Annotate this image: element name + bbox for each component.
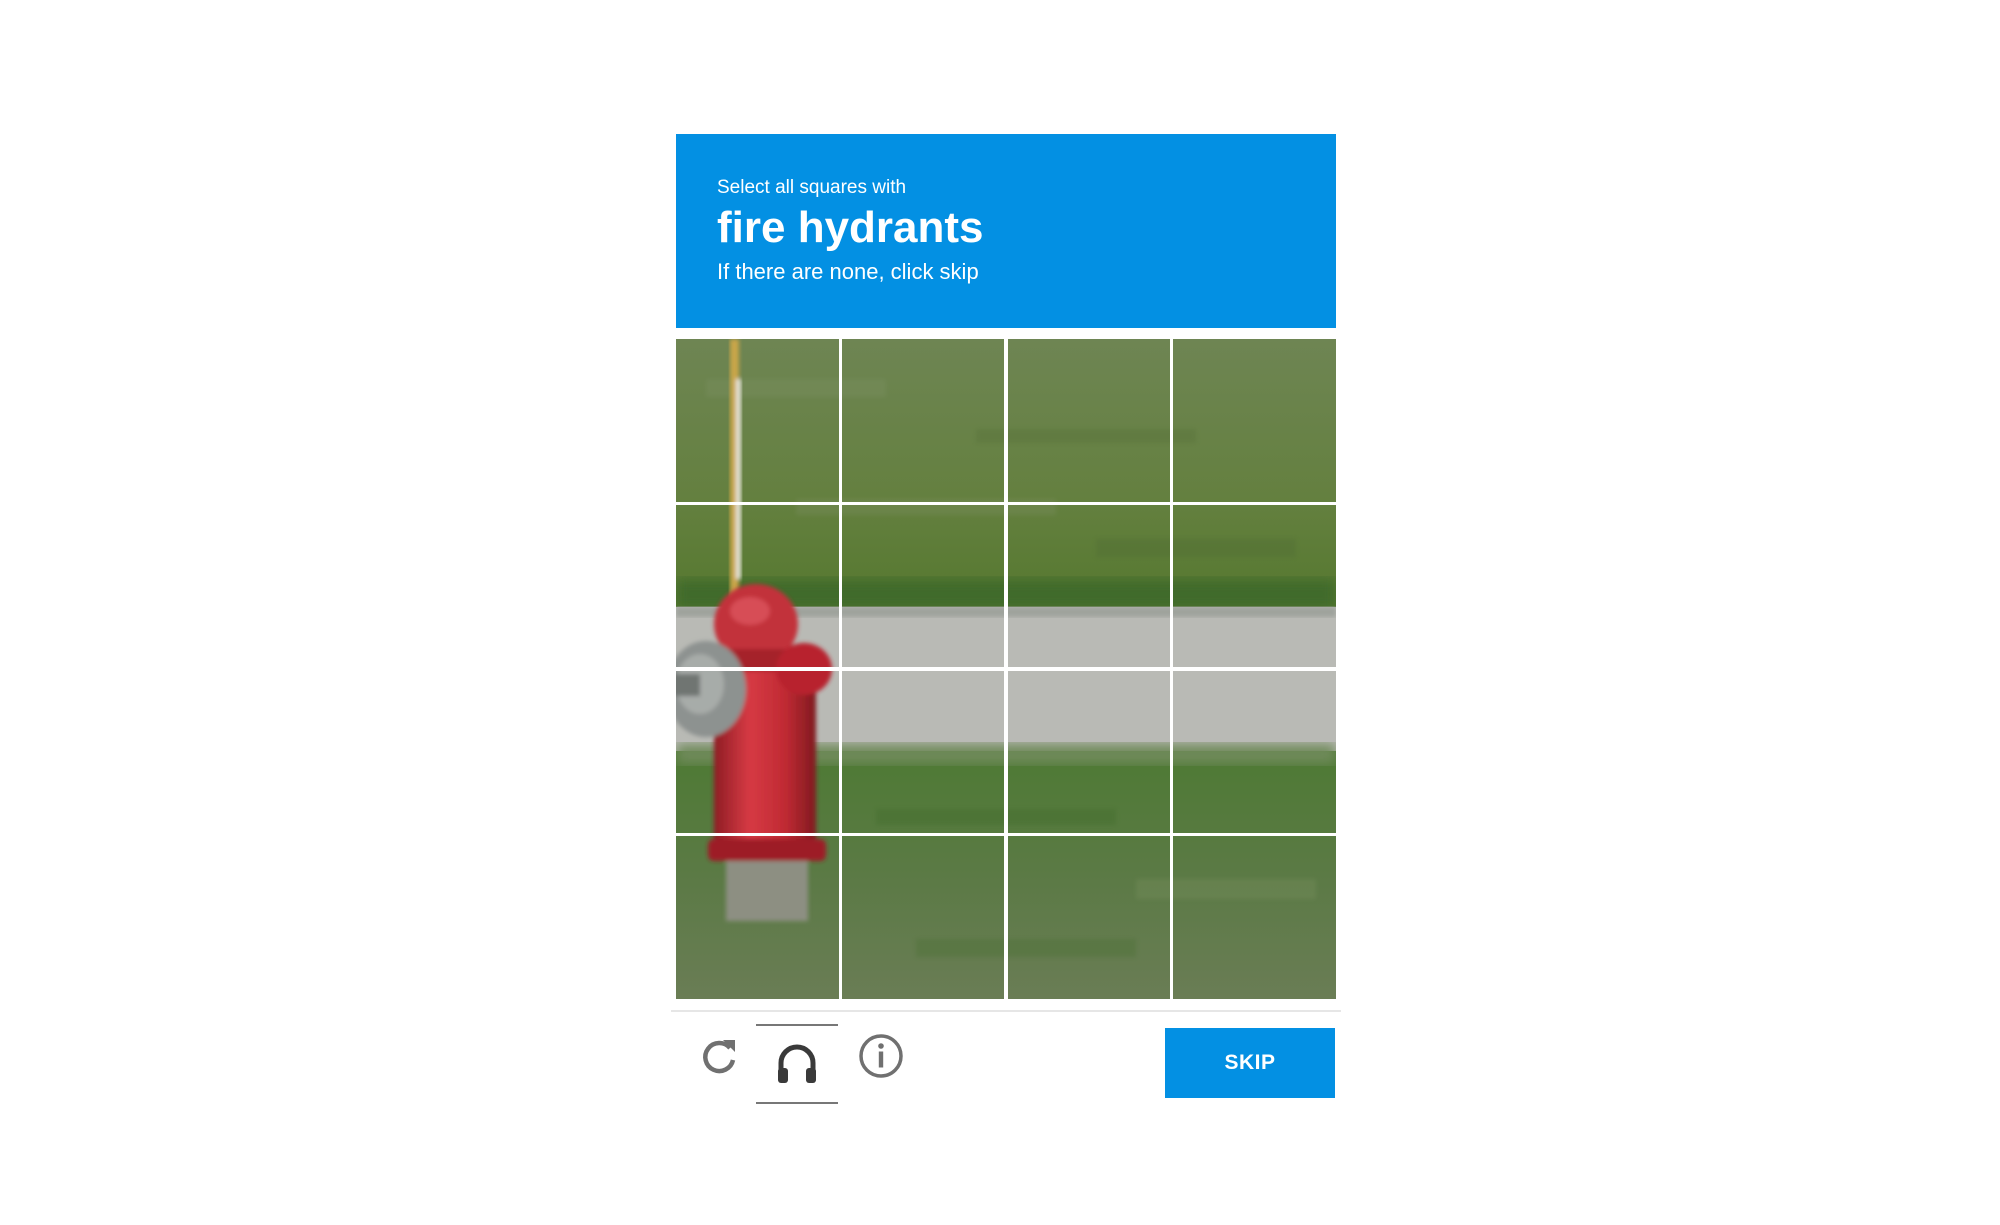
captcha-header: Select all squares with fire hydrants If… [676, 134, 1336, 328]
target-object-text: fire hydrants [717, 203, 984, 252]
grid-tile-r3c2[interactable] [842, 671, 1005, 834]
skip-button[interactable]: SKIP [1165, 1028, 1335, 1098]
grid-tile-r2c3[interactable] [1008, 505, 1171, 668]
grid-tile-r3c1[interactable] [676, 671, 839, 834]
grid-tile-r4c2[interactable] [842, 836, 1005, 999]
grid-tile-r3c3[interactable] [1008, 671, 1171, 834]
grid-tile-r4c3[interactable] [1008, 836, 1171, 999]
captcha-footer: SKIP [671, 1010, 1341, 1112]
grid-tile-r4c1[interactable] [676, 836, 839, 999]
headphones-icon[interactable] [756, 1024, 838, 1104]
grid-tile-r4c4[interactable] [1173, 836, 1336, 999]
image-grid [676, 339, 1336, 999]
grid-tile-r1c4[interactable] [1173, 339, 1336, 502]
reload-icon[interactable] [689, 1026, 749, 1086]
hint-text: If there are none, click skip [717, 259, 979, 284]
grid-tile-r2c4[interactable] [1173, 505, 1336, 668]
info-icon[interactable] [851, 1026, 911, 1086]
grid-tile-r1c2[interactable] [842, 339, 1005, 502]
grid-tile-r2c2[interactable] [842, 505, 1005, 668]
grid-tile-r1c3[interactable] [1008, 339, 1171, 502]
grid-tile-r2c1[interactable] [676, 505, 839, 668]
grid-tile-r1c1[interactable] [676, 339, 839, 502]
instruction-text: Select all squares with [717, 177, 907, 198]
grid-tile-r3c4[interactable] [1173, 671, 1336, 834]
